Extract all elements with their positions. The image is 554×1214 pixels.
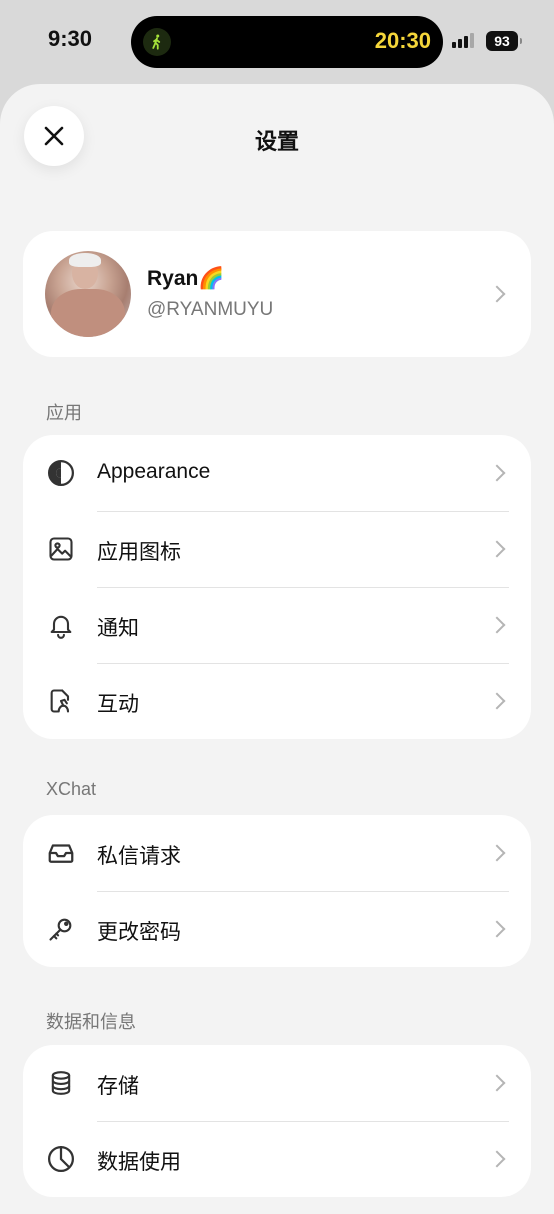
row-appearance[interactable]: Appearance [23, 435, 531, 511]
clock-icon [45, 1143, 77, 1175]
avatar [45, 251, 131, 337]
database-icon [45, 1067, 77, 1099]
chevron-right-icon [488, 844, 506, 862]
profile-name-text: Ryan [147, 267, 199, 290]
row-notifications[interactable]: 通知 [23, 587, 531, 663]
row-app-icon[interactable]: 应用图标 [23, 511, 531, 587]
chevron-right-icon [488, 616, 506, 634]
battery-indicator: 93 [486, 31, 522, 51]
row-change-password[interactable]: 更改密码 [23, 891, 531, 967]
rainbow-emoji: 🌈 [198, 267, 225, 290]
row-label: Appearance [97, 460, 211, 483]
section-label-app: 应用 [46, 403, 82, 423]
chevron-right-icon [488, 1074, 506, 1092]
row-storage[interactable]: 存储 [23, 1045, 531, 1121]
status-bar: 9:30 20:30 93 [0, 0, 554, 84]
chevron-right-icon [488, 920, 506, 938]
chevron-right-icon [488, 540, 506, 558]
signal-icon [452, 33, 474, 48]
row-label: 存储 [97, 1075, 139, 1098]
profile-handle: @RYANMUYU [147, 299, 274, 320]
inbox-icon [45, 837, 77, 869]
image-icon [45, 533, 77, 565]
interaction-icon [45, 685, 77, 717]
walking-figure-icon [143, 28, 171, 56]
status-time: 9:30 [48, 26, 93, 51]
row-message-requests[interactable]: 私信请求 [23, 815, 531, 891]
row-interactions[interactable]: 互动 [23, 663, 531, 739]
row-label: 私信请求 [97, 845, 181, 868]
row-label: 应用图标 [97, 541, 181, 564]
chevron-right-icon [488, 285, 506, 303]
settings-group-app: Appearance 应用图标 通知 互动 [23, 435, 531, 739]
chevron-right-icon [488, 464, 506, 482]
contrast-icon [45, 457, 77, 489]
section-label-data: 数据和信息 [46, 1012, 136, 1032]
bell-icon [45, 609, 77, 641]
row-data-usage[interactable]: 数据使用 [23, 1121, 531, 1197]
profile-card[interactable]: Ryan🌈 @RYANMUYU [23, 231, 531, 357]
key-icon [45, 913, 77, 945]
settings-sheet: 设置 Ryan🌈 @RYANMUYU 应用 Appearance 应用图标 通知… [0, 84, 554, 1214]
chevron-right-icon [488, 1150, 506, 1168]
dynamic-island[interactable]: 20:30 [131, 16, 443, 68]
row-label: 数据使用 [97, 1151, 181, 1174]
row-label: 互动 [97, 693, 139, 716]
page-title: 设置 [254, 129, 299, 154]
row-label: 通知 [97, 617, 139, 640]
live-activity-timer: 20:30 [374, 28, 431, 53]
section-label-xchat: XChat [46, 779, 97, 799]
chevron-right-icon [488, 692, 506, 710]
settings-group-data: 存储 数据使用 [23, 1045, 531, 1197]
profile-name: Ryan🌈 [147, 267, 225, 291]
settings-group-xchat: 私信请求 更改密码 [23, 815, 531, 967]
row-label: 更改密码 [97, 921, 181, 944]
